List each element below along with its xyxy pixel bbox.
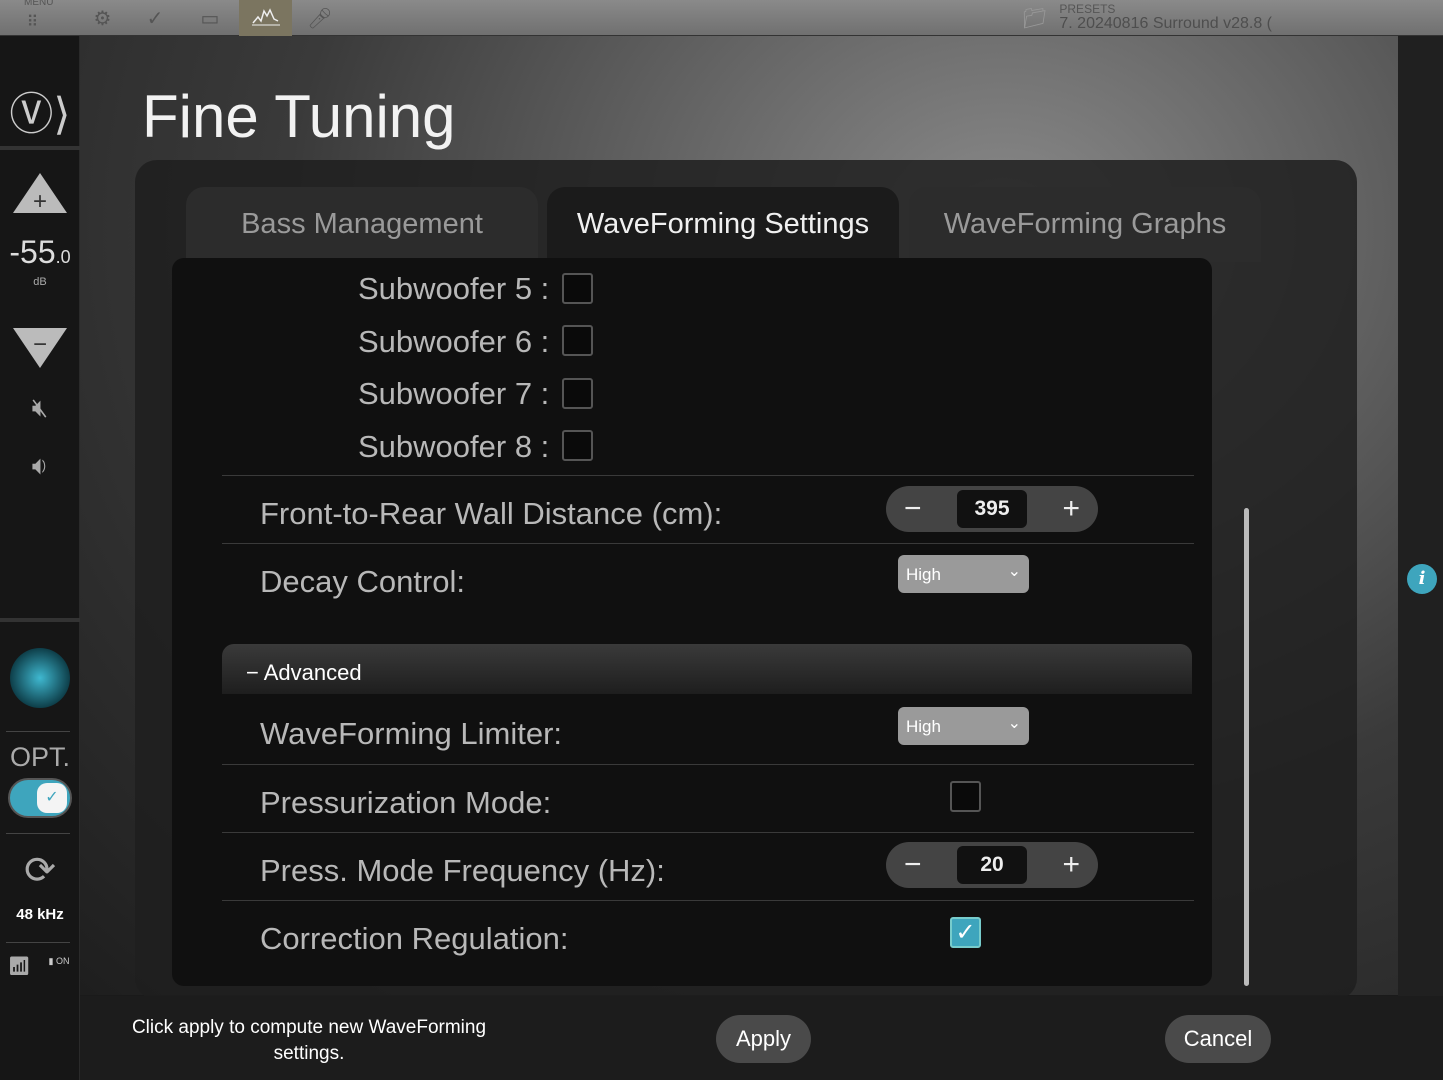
mute-button[interactable]: 🔇︎ bbox=[0, 392, 80, 424]
volume-readout: -55.0 bbox=[9, 234, 71, 270]
speaker-button[interactable]: ▭ bbox=[190, 0, 230, 36]
menu-button[interactable]: MENU ⠿ bbox=[10, 0, 55, 36]
triangle-down-icon: − bbox=[13, 328, 67, 368]
settings-list: Subwoofer 5 : Subwoofer 6 : Subwoofer 7 … bbox=[172, 258, 1212, 986]
advanced-section-toggle[interactable]: − Advanced bbox=[222, 644, 1192, 694]
svg-text:+: + bbox=[33, 188, 47, 215]
microphone-icon: 🎤︎ bbox=[307, 7, 333, 30]
mic-plug-icon: ▮ bbox=[48, 956, 54, 966]
minus-button[interactable]: − bbox=[904, 848, 922, 882]
top-toolbar: MENU ⠿ ⚙ ✓ ▭ 🎤︎ 📁︎ PRESETS 7. 20240816 Su… bbox=[0, 0, 1443, 36]
presets-button[interactable]: 📁︎ PRESETS 7. 20240816 Surround v28.8 ( bbox=[1022, 0, 1272, 36]
opt-toggle[interactable]: ✓ bbox=[0, 778, 80, 818]
microphone-button[interactable]: 🎤︎ bbox=[305, 0, 335, 36]
mic-status: ▮ ON bbox=[48, 956, 70, 966]
volume-down-button[interactable]: − bbox=[0, 326, 80, 375]
decay-control-select[interactable]: High ⌄ bbox=[898, 555, 1029, 593]
check-icon: ✓ bbox=[146, 7, 164, 30]
wall-distance-stepper: −395 + bbox=[886, 486, 1098, 532]
press-frequency-stepper: −20 + bbox=[886, 842, 1098, 888]
correction-regulation-checkbox[interactable]: ✓ bbox=[950, 917, 981, 948]
logo-icon[interactable]: Ⓥ⟩ bbox=[0, 78, 80, 142]
page-title: Fine Tuning bbox=[142, 83, 456, 150]
pressurization-checkbox[interactable] bbox=[950, 781, 981, 812]
info-icon[interactable]: i bbox=[1407, 564, 1437, 594]
check-icon: ✓ bbox=[37, 783, 67, 813]
clock-sync-icon: ⟳ bbox=[24, 850, 56, 892]
wifi-icon: 📶︎ bbox=[7, 956, 31, 976]
volume-up-button[interactable]: + bbox=[0, 171, 80, 220]
grid-icon: ⠿ bbox=[26, 14, 39, 31]
check-icon: ✓ bbox=[955, 919, 976, 946]
limiter-select[interactable]: High ⌄ bbox=[898, 707, 1029, 745]
plus-button[interactable]: + bbox=[1062, 492, 1080, 526]
gear-icon: ⚙ bbox=[93, 7, 112, 30]
wall-distance-row: Front-to-Rear Wall Distance (cm): −395 + bbox=[222, 476, 1194, 544]
cancel-button[interactable]: Cancel bbox=[1165, 1015, 1271, 1063]
svg-text:−: − bbox=[33, 331, 47, 358]
plus-button[interactable]: + bbox=[1062, 848, 1080, 882]
calibration-button[interactable]: ✓ bbox=[135, 0, 175, 36]
chevron-down-icon: ⌄ bbox=[1007, 563, 1021, 580]
scrollbar[interactable] bbox=[1244, 508, 1249, 986]
right-strip bbox=[1398, 36, 1443, 996]
dim-button[interactable]: 🔉︎ bbox=[0, 450, 80, 482]
sidebar: Ⓥ⟩ + -55.0 dB − 🔇︎ 🔉︎ OPT. ✓ ⟳ 48 kHz 📶︎… bbox=[0, 36, 80, 1080]
tab-bass-management[interactable]: Bass Management bbox=[186, 187, 538, 262]
folder-icon: 📁︎ bbox=[1022, 7, 1048, 30]
settings-button[interactable]: ⚙ bbox=[80, 0, 125, 36]
input-source-button[interactable] bbox=[0, 648, 80, 708]
tab-waveforming-settings[interactable]: WaveForming Settings bbox=[547, 187, 899, 262]
xlr-cable-icon bbox=[10, 648, 70, 708]
apply-button[interactable]: Apply bbox=[716, 1015, 811, 1063]
waveform-graph-icon bbox=[251, 8, 280, 26]
tab-waveforming-graphs[interactable]: WaveForming Graphs bbox=[909, 187, 1261, 262]
mute-icon: 🔇︎ bbox=[31, 392, 49, 422]
chevron-down-icon: ⌄ bbox=[1007, 715, 1021, 732]
triangle-up-icon: + bbox=[13, 173, 67, 215]
graphs-button[interactable] bbox=[239, 0, 292, 36]
minus-button[interactable]: − bbox=[904, 492, 922, 526]
speaker-box-icon: ▭ bbox=[200, 7, 220, 30]
speaker-down-icon: 🔉︎ bbox=[31, 450, 49, 480]
